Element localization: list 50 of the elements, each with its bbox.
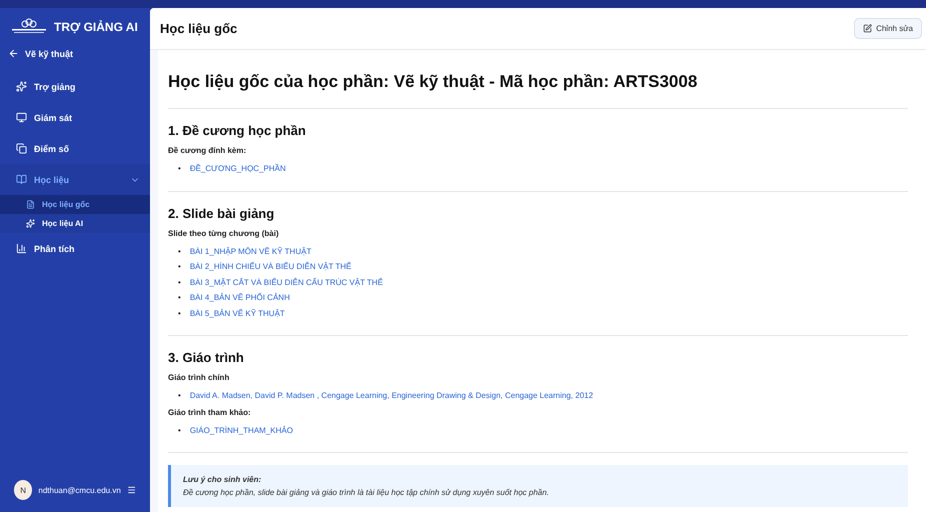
sidebar-item[interactable]: Học liệu xyxy=(0,164,150,195)
document-link[interactable]: BÀI 4_BẢN VẼ PHỐI CẢNH xyxy=(190,290,290,306)
note-text: Đề cương học phần, slide bài giảng và giáo trình là tài liệu học tập chính sử dụng xuyên suốt học phần. xyxy=(183,488,550,497)
bullet-mark: • xyxy=(178,276,181,288)
document-link[interactable]: David A. Madsen, David P. Madsen , Cengage Learning, Engineering Drawing & Design, Cengage Learning, 2012 xyxy=(190,388,594,404)
sidebar-subitem[interactable]: Học liệu AI xyxy=(0,214,150,233)
bullet-mark: • xyxy=(178,261,181,273)
sidebar-item[interactable]: Điểm số xyxy=(0,133,150,164)
document-link[interactable]: BÀI 1_NHẬP MÔN VẼ KỸ THUẬT xyxy=(190,244,312,259)
bullet-mark: • xyxy=(178,424,181,436)
sidebar-item[interactable]: Phân tích xyxy=(0,233,150,264)
sidebar-item[interactable]: Trợ giảng xyxy=(0,71,150,102)
monitor-icon xyxy=(16,112,27,123)
content-title: Học liệu gốc của học phần: Vẽ kỹ thuật - Mã học phần: ARTS3008 xyxy=(168,72,908,109)
user-email: ndthuan@cmcu.edu.vn xyxy=(38,486,121,494)
document-link[interactable]: GIÁO_TRÌNH_THAM_KHẢO xyxy=(190,422,293,438)
note-title: Lưu ý cho sinh viên: xyxy=(183,475,262,484)
document-icon xyxy=(26,200,35,209)
page-title: Học liệu gốc xyxy=(160,21,238,36)
document-link[interactable]: ĐỀ_CƯƠNG_HỌC_PHẦN xyxy=(190,161,286,176)
user-avatar: N xyxy=(14,480,32,500)
section-heading: 2. Slide bài giảng xyxy=(168,206,276,220)
bullet-mark: • xyxy=(178,308,181,320)
sparkle-icon xyxy=(26,219,35,228)
section-heading: 1. Đề cương học phần xyxy=(168,123,307,138)
document-link[interactable]: BÀI 3_MẶT CẮT VÀ BIỂU DIỄN CẤU TRÚC VẬT THỂ xyxy=(190,274,383,290)
section-heading: 3. Giáo trình xyxy=(168,350,245,365)
edit-button[interactable]: Chỉnh sửa xyxy=(854,18,922,39)
group-label: Slide theo từng chương (bài) xyxy=(168,228,280,238)
edit-icon xyxy=(863,24,872,33)
brand-title: TRỢ GIẢNG AI xyxy=(54,20,138,34)
bar-chart-icon xyxy=(16,243,27,254)
document-link[interactable]: BÀI 2_HÌNH CHIẾU VÀ BIỂU DIỄN VẬT THỂ xyxy=(190,259,352,274)
back-arrow-icon xyxy=(8,48,19,59)
sidebar-item[interactable]: Giám sát xyxy=(0,102,150,133)
sidebar-subitem[interactable]: Học liệu gốc xyxy=(0,195,150,214)
copy-icon xyxy=(16,143,27,154)
back-link[interactable]: Vẽ kỹ thuật xyxy=(0,42,150,71)
group-label: Giáo trình chính xyxy=(168,373,230,382)
sparkle-icon xyxy=(16,81,27,92)
group-label: Đề cương đính kèm: xyxy=(168,146,248,155)
group-label: Giáo trình tham khảo: xyxy=(168,408,252,416)
logo-icon xyxy=(10,18,48,36)
bullet-mark: • xyxy=(178,390,181,402)
bullet-mark: • xyxy=(178,292,181,304)
document-link[interactable]: BÀI 5_BẢN VẼ KỸ THUẬT xyxy=(190,306,285,321)
book-icon xyxy=(16,174,27,185)
menu-icon[interactable] xyxy=(126,485,136,495)
bullet-mark: • xyxy=(178,246,181,258)
bullet-mark: • xyxy=(178,163,181,175)
